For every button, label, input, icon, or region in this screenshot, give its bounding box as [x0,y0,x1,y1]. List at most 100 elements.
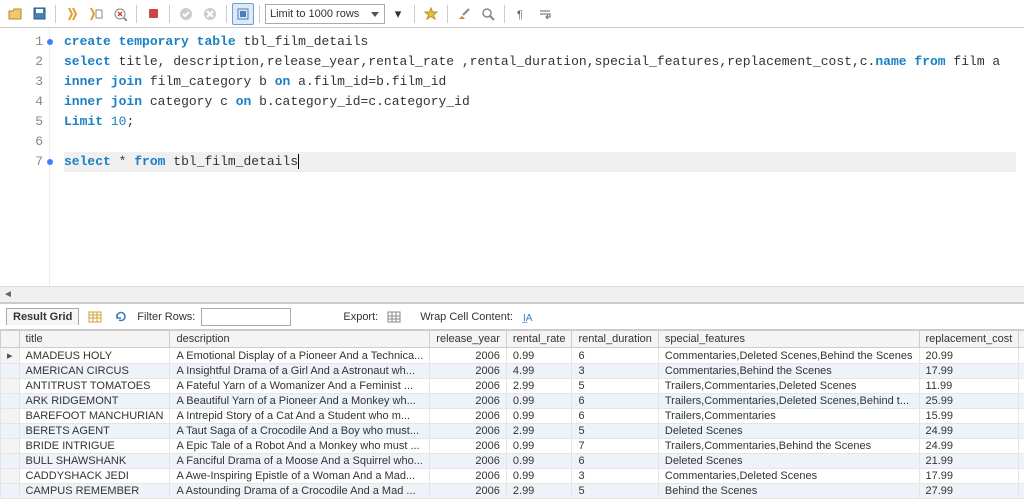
column-header[interactable]: rental_duration [572,331,658,348]
commit-icon[interactable] [175,3,197,25]
cell[interactable]: BRIDE INTRIGUE [19,439,170,454]
cell[interactable]: ARK RIDGEMONT [19,394,170,409]
cell[interactable]: Action [1019,409,1024,424]
cell[interactable]: Behind the Scenes [658,484,919,499]
code-line[interactable]: inner join film_category b on a.film_id=… [64,72,1016,92]
cell[interactable]: 3 [572,364,658,379]
cell[interactable]: 17.99 [919,364,1019,379]
table-row[interactable]: ANTITRUST TOMATOESA Fateful Yarn of a Wo… [1,379,1024,394]
cell[interactable]: Action [1019,469,1024,484]
cell[interactable]: 0.99 [506,469,572,484]
cell[interactable]: 2006 [430,469,507,484]
table-row[interactable]: BAREFOOT MANCHURIANA Intrepid Story of a… [1,409,1024,424]
cell[interactable]: A Intrepid Story of a Cat And a Student … [170,409,430,424]
find-icon[interactable] [477,3,499,25]
cell[interactable]: 2006 [430,454,507,469]
beautify-icon[interactable] [420,3,442,25]
cell[interactable]: 27.99 [919,484,1019,499]
cell[interactable]: 2.99 [506,424,572,439]
sql-editor[interactable]: 1234567 create temporary table tbl_film_… [0,28,1024,286]
cell[interactable]: Action [1019,379,1024,394]
cell[interactable]: CADDYSHACK JEDI [19,469,170,484]
cell[interactable]: 2006 [430,394,507,409]
table-row[interactable]: BULL SHAWSHANKA Fanciful Drama of a Moos… [1,454,1024,469]
stop-icon[interactable] [142,3,164,25]
cell[interactable]: 2006 [430,424,507,439]
cell[interactable]: 25.99 [919,394,1019,409]
column-header[interactable]: rental_rate [506,331,572,348]
cell[interactable]: Action [1019,439,1024,454]
cell[interactable]: Trailers,Commentaries [658,409,919,424]
code-line[interactable]: select * from tbl_film_details [64,152,1016,172]
cell[interactable]: 4.99 [506,364,572,379]
cell[interactable]: CAMPUS REMEMBER [19,484,170,499]
execute-current-icon[interactable] [85,3,107,25]
column-header[interactable]: description [170,331,430,348]
cell[interactable]: 24.99 [919,439,1019,454]
code-line[interactable]: inner join category c on b.category_id=c… [64,92,1016,112]
cell[interactable]: BERETS AGENT [19,424,170,439]
result-grid-tab[interactable]: Result Grid [6,308,79,325]
scroll-left-icon[interactable]: ◄ [0,289,16,300]
cell[interactable]: A Fanciful Drama of a Moose And a Squirr… [170,454,430,469]
cell[interactable]: 2006 [430,348,507,364]
cell[interactable]: 6 [572,409,658,424]
cell[interactable]: 0.99 [506,439,572,454]
cell[interactable]: 21.99 [919,454,1019,469]
cell[interactable]: Trailers,Commentaries,Deleted Scenes [658,379,919,394]
cell[interactable]: 3 [572,469,658,484]
cell[interactable]: A Emotional Display of a Pioneer And a T… [170,348,430,364]
cell[interactable]: AMADEUS HOLY [19,348,170,364]
cell[interactable]: Commentaries,Behind the Scenes [658,364,919,379]
grid-view-icon[interactable] [85,307,105,327]
cell[interactable]: A Beautiful Yarn of a Pioneer And a Monk… [170,394,430,409]
limit-rows-dropdown[interactable]: Limit to 1000 rows [265,4,385,24]
cell[interactable]: 17.99 [919,469,1019,484]
explain-icon[interactable] [109,3,131,25]
cell[interactable]: Action [1019,348,1024,364]
cell[interactable]: 2006 [430,439,507,454]
cell[interactable]: Commentaries,Deleted Scenes [658,469,919,484]
cell[interactable]: 6 [572,454,658,469]
invisible-chars-icon[interactable]: ¶ [510,3,532,25]
cell[interactable]: ANTITRUST TOMATOES [19,379,170,394]
cell[interactable]: 15.99 [919,409,1019,424]
cell[interactable]: A Awe-Inspiring Epistle of a Woman And a… [170,469,430,484]
cell[interactable]: Commentaries,Deleted Scenes,Behind the S… [658,348,919,364]
cell[interactable]: A Insightful Drama of a Girl And a Astro… [170,364,430,379]
column-header[interactable]: name [1019,331,1024,348]
table-row[interactable]: ARK RIDGEMONTA Beautiful Yarn of a Pione… [1,394,1024,409]
cell[interactable]: 2006 [430,379,507,394]
cell[interactable]: A Epic Tale of a Robot And a Monkey who … [170,439,430,454]
column-header[interactable]: special_features [658,331,919,348]
cell[interactable]: 5 [572,484,658,499]
code-area[interactable]: create temporary table tbl_film_detailss… [50,28,1024,286]
cell[interactable]: 2006 [430,364,507,379]
refresh-icon[interactable] [111,307,131,327]
cell[interactable]: 20.99 [919,348,1019,364]
cell[interactable]: A Taut Saga of a Crocodile And a Boy who… [170,424,430,439]
cell[interactable]: A Fateful Yarn of a Womanizer And a Femi… [170,379,430,394]
limit-dropdown-chevron-icon[interactable]: ▾ [387,3,409,25]
horizontal-scrollbar[interactable]: ◄ [0,286,1024,302]
cell[interactable]: 0.99 [506,348,572,364]
wrap-lines-icon[interactable] [534,3,556,25]
cell[interactable]: Trailers,Commentaries,Behind the Scenes [658,439,919,454]
cell[interactable]: AMERICAN CIRCUS [19,364,170,379]
table-row[interactable]: BERETS AGENTA Taut Saga of a Crocodile A… [1,424,1024,439]
cell[interactable]: 2006 [430,409,507,424]
cell[interactable]: 0.99 [506,394,572,409]
column-header[interactable]: replacement_cost [919,331,1019,348]
cell[interactable]: Action [1019,364,1024,379]
cell[interactable]: 7 [572,439,658,454]
rollback-icon[interactable] [199,3,221,25]
autocommit-toggle-icon[interactable] [232,3,254,25]
cell[interactable]: Trailers,Commentaries,Deleted Scenes,Beh… [658,394,919,409]
cell[interactable]: 11.99 [919,379,1019,394]
code-line[interactable]: Limit 10; [64,112,1016,132]
results-grid[interactable]: titledescriptionrelease_yearrental_rater… [0,330,1024,500]
save-icon[interactable] [28,3,50,25]
cell[interactable]: 6 [572,348,658,364]
code-line[interactable] [64,132,1016,152]
table-row[interactable]: BRIDE INTRIGUEA Epic Tale of a Robot And… [1,439,1024,454]
